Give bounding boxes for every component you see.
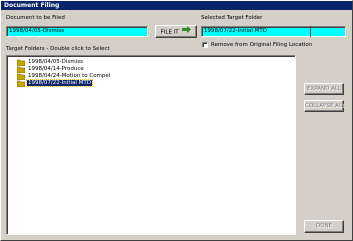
target-folders-tree[interactable]: 1998/04/05-Dismiss 1998/04/14-Produce 19… [6,55,296,235]
done-button[interactable]: DONE [304,220,344,233]
folder-icon [16,80,26,90]
expand-all-button[interactable]: EXPAND ALL [304,83,344,95]
target-label: Selected Target Folder [201,15,263,21]
tree-item-label: 1998/04/14-Produce [28,66,84,72]
document-label: Document to be Filed [6,15,65,21]
tree-item-label: 1998/04/24-Motion to Compel [28,73,111,79]
target-folder-field[interactable]: 1998/07/22-Initial MTD [201,26,346,37]
tree-item-label: 1998/07/22-Initial MTD [26,79,93,87]
window-title-bar[interactable]: Document Filing [1,1,352,10]
tree-item[interactable]: 1998/04/14-Produce [16,66,111,74]
remove-from-original-label: Remove from Original Filing Location [211,42,313,48]
tree-label: Target Folders - Double click to Select [6,46,110,52]
file-it-button[interactable]: FILE IT [155,25,197,38]
tree-item-label: 1998/04/05-Dismiss [28,59,83,65]
remove-from-original-checkbox[interactable] [202,42,208,48]
tree-item[interactable]: 1998/04/24-Motion to Compel [16,73,111,81]
document-field[interactable]: 1998/04/05-Dismiss [6,26,148,37]
collapse-all-button[interactable]: COLLAPSE ALL [304,100,345,112]
arrow-right-icon [182,26,192,38]
tree-item-selected[interactable]: 1998/07/22-Initial MTD [16,79,111,90]
tree-item[interactable]: 1998/04/05-Dismiss [16,59,111,67]
field-divider [310,26,311,37]
file-it-label: FILE IT [160,29,179,36]
window-title: Document Filing [4,2,60,9]
